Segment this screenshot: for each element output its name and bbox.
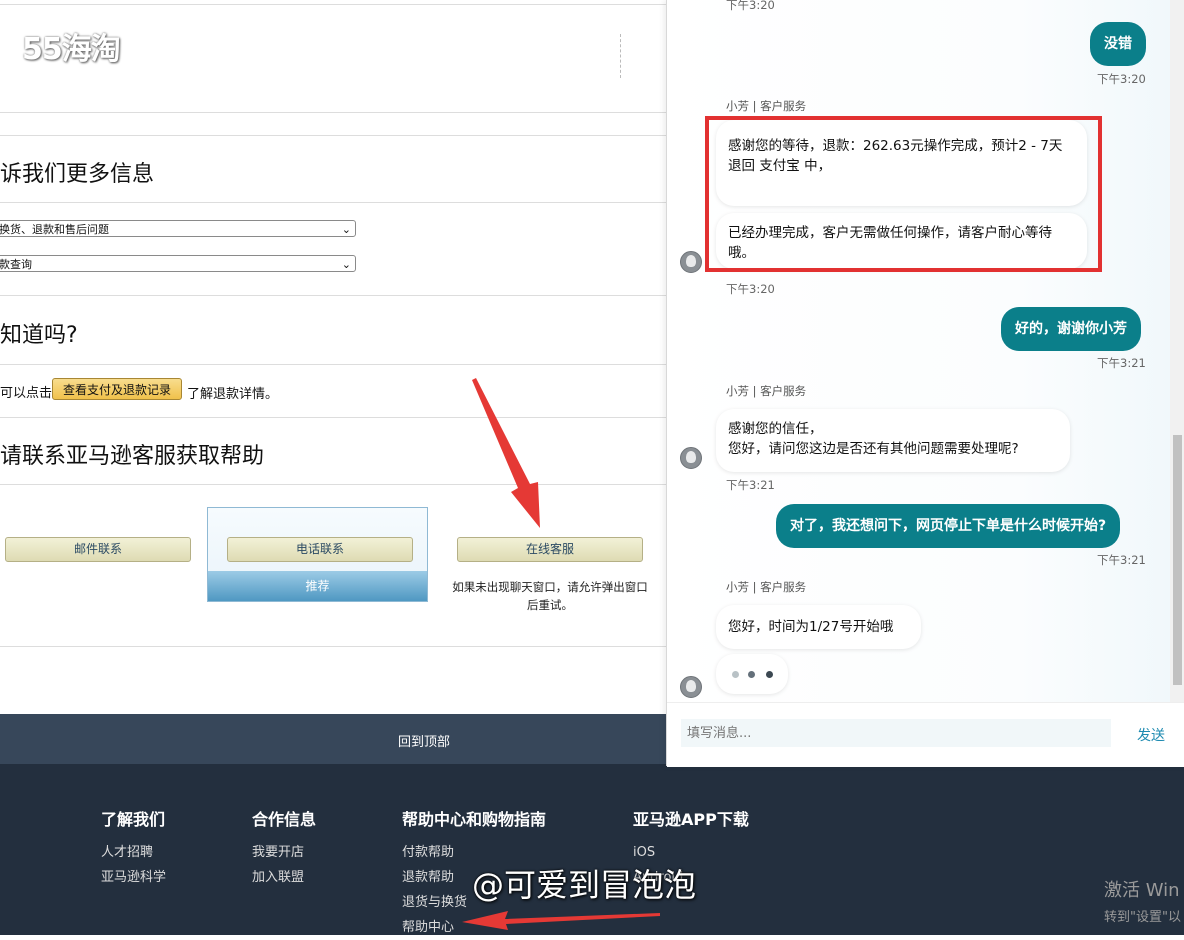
author-handle: @可爱到冒泡泡	[472, 866, 697, 904]
watermark-logo: 55海淘	[22, 32, 121, 67]
annotation-arrows	[462, 378, 660, 930]
arrow-to-help-center	[462, 911, 660, 930]
arrow-to-online-service	[472, 378, 540, 528]
